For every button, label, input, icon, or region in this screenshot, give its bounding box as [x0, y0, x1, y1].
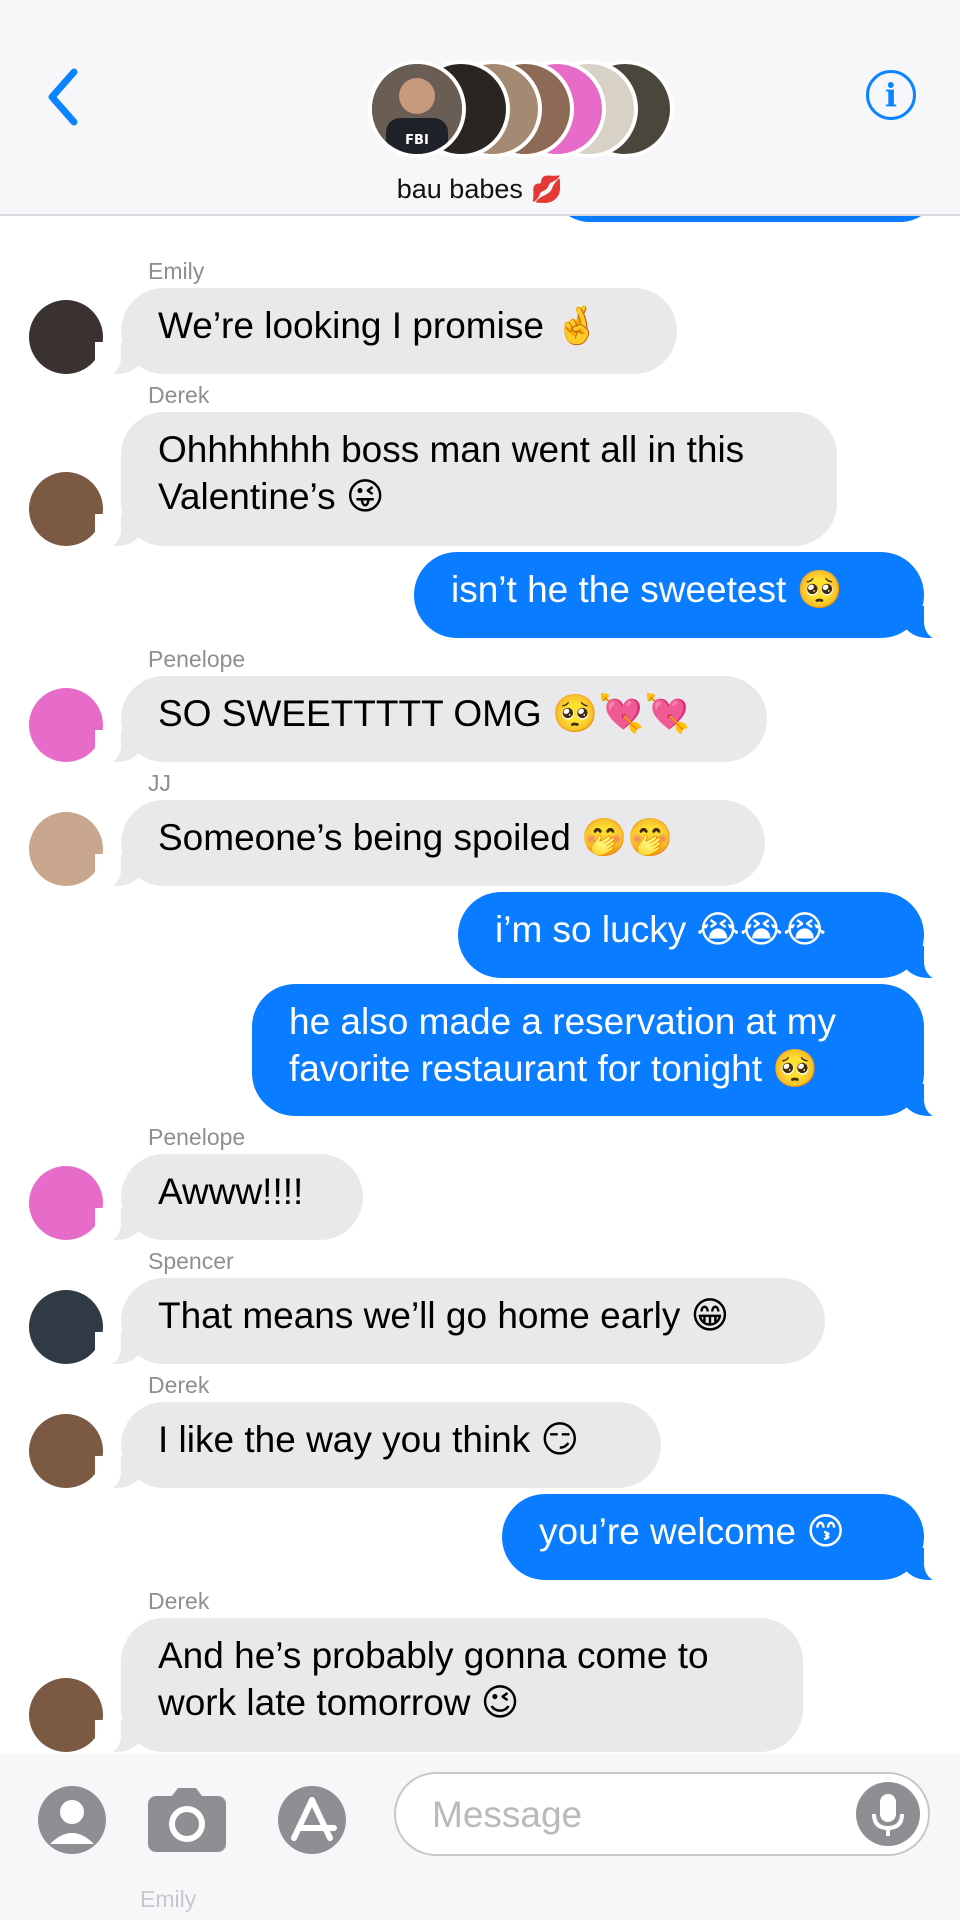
avatar[interactable] — [29, 1414, 103, 1488]
messages-screen: FBI bau babes 💋 i Emily We’re looking I p… — [0, 0, 960, 1920]
outgoing-message[interactable]: isn’t he the sweetest 🥺 — [414, 552, 950, 640]
avatar[interactable] — [29, 1290, 103, 1364]
svg-text:FBI: FBI — [405, 133, 429, 148]
sender-name: Penelope — [148, 1124, 246, 1150]
contact-icon — [38, 1786, 106, 1854]
back-button[interactable] — [38, 62, 92, 132]
info-button[interactable]: i — [866, 70, 916, 120]
outgoing-message[interactable]: he also made a reservation at my favorit… — [252, 984, 950, 1118]
conversation-header: FBI bau babes 💋 i — [0, 0, 960, 216]
group-title[interactable]: bau babes 💋 — [0, 174, 960, 205]
message-input-bar: Message Emily — [0, 1754, 960, 1920]
group-name: bau babes — [396, 174, 523, 204]
message-input[interactable]: Message — [394, 1772, 930, 1856]
outgoing-message[interactable]: i’m so lucky 😭😭😭 — [458, 892, 950, 980]
avatar[interactable] — [29, 300, 103, 374]
microphone-icon — [872, 1794, 904, 1836]
incoming-message[interactable]: SO SWEETTTTT OMG 🥺💘💘 — [95, 676, 767, 764]
microphone-button[interactable] — [856, 1782, 920, 1846]
incoming-message[interactable]: Awww!!!! — [95, 1154, 363, 1242]
incoming-message[interactable]: That means we’ll go home early 😁 — [95, 1278, 825, 1366]
sender-name: Spencer — [148, 1248, 234, 1274]
message-placeholder: Message — [432, 1794, 583, 1835]
avatar[interactable] — [29, 472, 103, 546]
avatar[interactable] — [29, 1166, 103, 1240]
chevron-left-icon — [48, 68, 78, 126]
camera-icon — [148, 1788, 226, 1852]
app-store-button[interactable] — [272, 1784, 358, 1856]
avatar[interactable] — [29, 688, 103, 762]
group-avatars[interactable]: FBI — [368, 60, 674, 164]
sender-name: Derek — [148, 1372, 210, 1398]
app-store-icon — [278, 1786, 346, 1854]
incoming-message[interactable]: And he’s probably gonna come to work lat… — [95, 1618, 803, 1754]
sender-name: Penelope — [148, 646, 246, 672]
sender-name: JJ — [148, 770, 171, 796]
incoming-message[interactable]: Ohhhhhhh boss man went all in this Valen… — [95, 412, 837, 548]
info-icon: i — [884, 76, 898, 114]
avatar[interactable] — [29, 1678, 103, 1752]
camera-button[interactable] — [146, 1784, 228, 1856]
outgoing-message[interactable]: you’re welcome 😙 — [502, 1494, 950, 1582]
contact-button[interactable] — [36, 1784, 108, 1856]
kiss-icon: 💋 — [530, 174, 564, 204]
incoming-message[interactable]: Someone’s being spoiled 🤭🤭 — [95, 800, 765, 888]
message-thread[interactable]: Emily We’re looking I promise 🤞 Derek Oh… — [0, 174, 960, 1754]
incoming-message[interactable]: I like the way you think 😏 — [95, 1402, 661, 1490]
group-member-avatar-main: FBI — [368, 60, 466, 158]
incoming-message[interactable]: We’re looking I promise 🤞 — [95, 288, 677, 376]
sender-name: Emily — [148, 258, 205, 284]
underlying-sender-name: Emily — [140, 1886, 197, 1912]
avatar[interactable] — [29, 812, 103, 886]
sender-name: Derek — [148, 382, 210, 408]
sender-name: Derek — [148, 1588, 210, 1614]
